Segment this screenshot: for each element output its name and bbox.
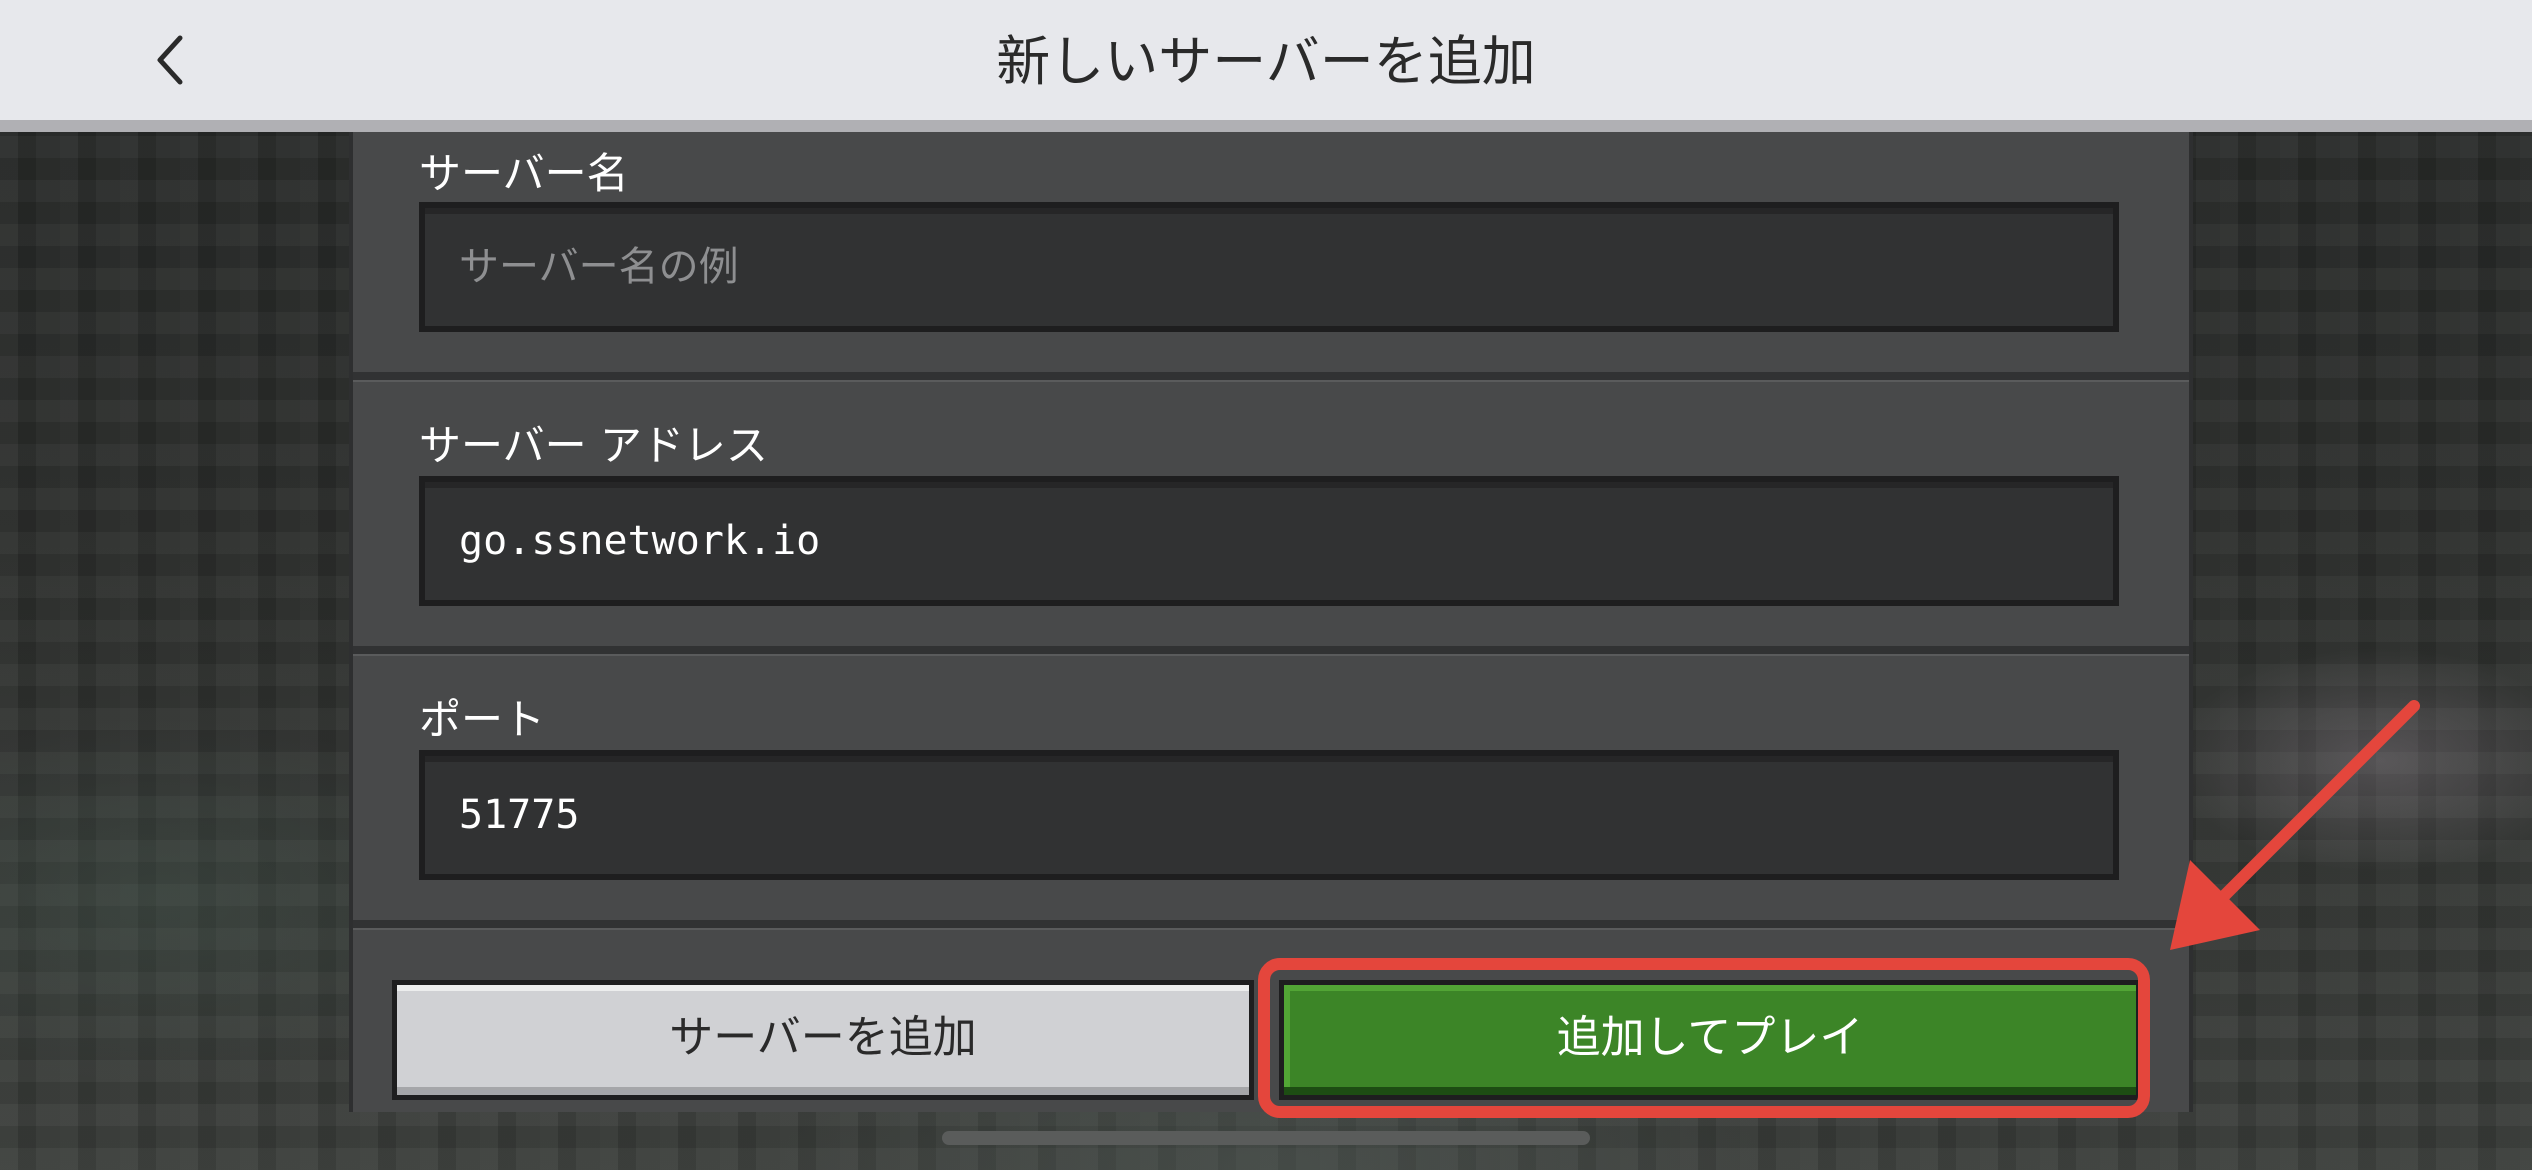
top-bar: 新しいサーバーを追加 [0, 0, 2532, 132]
server-address-label: サーバー アドレス [419, 421, 768, 470]
chevron-left-icon [157, 35, 183, 85]
section-divider [353, 372, 2189, 382]
server-name-label: サーバー名 [419, 149, 629, 198]
page-title: 新しいサーバーを追加 [996, 30, 1536, 93]
port-label: ポート [419, 695, 546, 744]
add-server-button[interactable]: サーバーを追加 [392, 980, 1254, 1100]
server-name-input[interactable]: サーバー名の例 [419, 202, 2119, 332]
highlight-box [1258, 958, 2150, 1118]
server-name-section: サーバー名 サーバー名の例 [353, 132, 2189, 402]
port-section: ポート 51775 [353, 656, 2189, 920]
server-address-section: サーバー アドレス go.ssnetwork.io [353, 382, 2189, 646]
port-input[interactable]: 51775 [419, 750, 2119, 880]
server-address-input[interactable]: go.ssnetwork.io [419, 476, 2119, 606]
arrow-icon [2170, 700, 2420, 950]
back-button[interactable] [130, 20, 210, 100]
section-divider [353, 646, 2189, 656]
section-divider [353, 920, 2189, 930]
home-indicator [942, 1131, 1590, 1145]
